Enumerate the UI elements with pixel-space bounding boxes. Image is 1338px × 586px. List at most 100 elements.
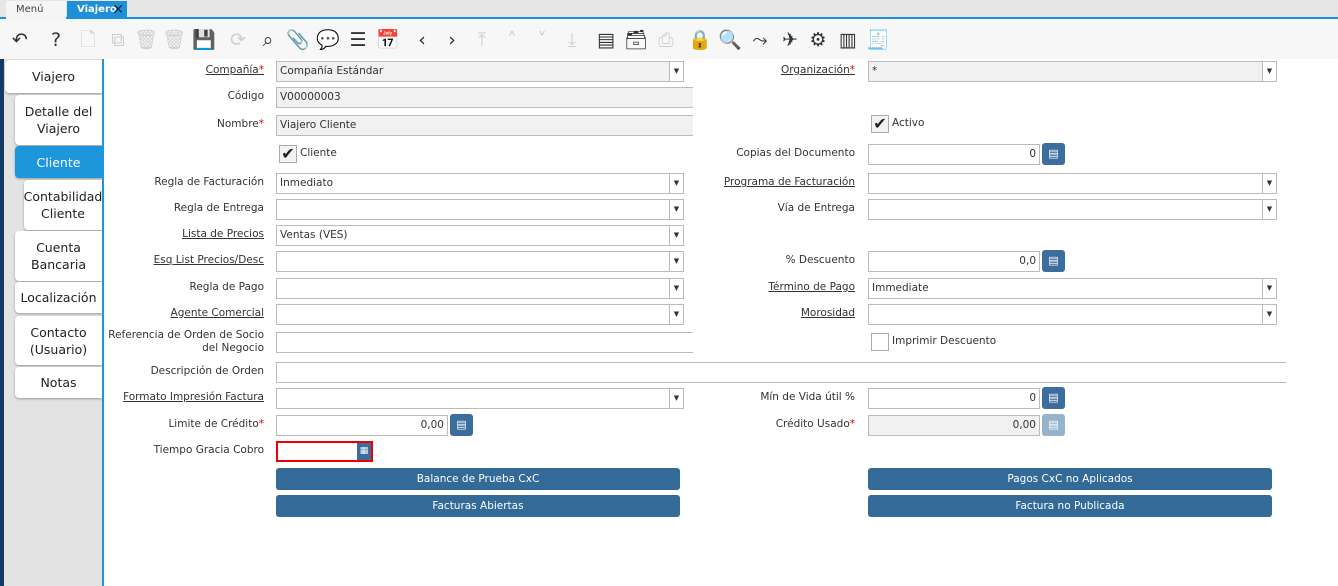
field-min-de-vida-util[interactable]: 0 [868, 388, 1040, 409]
field-programa-de-facturacion[interactable]: ▼ [868, 173, 1277, 194]
button-facturas-abiertas[interactable]: Facturas Abiertas [276, 495, 680, 517]
field-regla-de-pago[interactable]: ▼ [276, 278, 684, 299]
checkbox-imprimir-descuento[interactable] [871, 333, 889, 351]
close-icon[interactable]: ✕ [112, 1, 124, 19]
print-icon[interactable]: ⎙ [654, 28, 678, 52]
undo-icon[interactable]: ↶ [8, 28, 32, 52]
field-via-de-entrega[interactable]: ▼ [868, 199, 1277, 220]
previous-icon[interactable]: ‹ [410, 28, 434, 52]
chevron-down-icon[interactable]: ▼ [669, 62, 683, 81]
tab-menu[interactable]: Menú (0) [6, 1, 66, 33]
calendar-icon[interactable]: 📅 [376, 28, 400, 52]
label-termino-de-pago[interactable]: Término de Pago [685, 281, 855, 294]
chevron-down-icon[interactable]: ▼ [669, 252, 683, 271]
field-agente-comercial[interactable]: ▼ [276, 304, 684, 325]
field-referencia-de-orden-de-socio-del-negocio[interactable] [276, 332, 693, 353]
zoom-across-icon[interactable]: 🔍 [718, 28, 742, 52]
chevron-down-icon[interactable]: ▼ [1262, 305, 1276, 324]
field-organizacion: * ▼ [868, 61, 1277, 82]
field-regla-de-facturacion[interactable]: Inmediato ▼ [276, 173, 684, 194]
field-esq-list-precios-desc[interactable]: ▼ [276, 251, 684, 272]
refresh-icon[interactable]: ⟳ [226, 28, 250, 52]
chevron-down-icon[interactable]: ▼ [669, 305, 683, 324]
field-formato-impresion-factura[interactable]: ▼ [276, 388, 684, 409]
chevron-down-icon[interactable]: ▼ [669, 174, 683, 193]
new-record-icon[interactable]: 🗋 [76, 28, 100, 52]
label-text: Morosidad [800, 307, 855, 319]
calculator-icon[interactable]: ▤ [1042, 250, 1065, 272]
field-descuento[interactable]: 0,0 [868, 251, 1040, 272]
attachment-icon[interactable]: 📎 [286, 28, 310, 52]
checkbox-activo[interactable]: ✔ [871, 115, 889, 133]
delete-selection-icon[interactable]: 🗑 [162, 28, 186, 52]
field-termino-de-pago[interactable]: Immediate ▼ [868, 278, 1277, 299]
field-tiempo-gracia-cobro[interactable]: ▦ [276, 441, 373, 462]
chat-icon[interactable]: 💬 [316, 28, 340, 52]
field-copias-del-documento[interactable]: 0 [868, 144, 1040, 165]
side-tab-contabilidad-cliente[interactable]: Contabilidad Cliente [24, 180, 102, 230]
field-value: Compañía Estándar [280, 65, 384, 77]
field-morosidad[interactable]: ▼ [868, 304, 1277, 325]
chevron-down-icon[interactable]: ▼ [1262, 200, 1276, 219]
calendar-icon[interactable]: ▦ [357, 443, 371, 460]
side-tab-notas[interactable]: Notas [15, 367, 102, 398]
settings-icon[interactable]: ⚙ [806, 28, 830, 52]
search-icon[interactable]: ⌕ [256, 28, 280, 52]
calculator-icon[interactable]: ▤ [450, 414, 473, 436]
chevron-down-icon[interactable]: ▼ [669, 200, 683, 219]
field-limite-de-credito[interactable]: 0,00 [276, 415, 448, 436]
label-text: Regla de Pago [189, 281, 264, 293]
workflow-icon[interactable]: ⤳ [748, 28, 772, 52]
chevron-down-icon[interactable]: ▼ [1262, 279, 1276, 298]
button-factura-no-publicada[interactable]: Factura no Publicada [868, 495, 1272, 517]
tab-viajero[interactable]: Viajero ✕ [67, 1, 127, 19]
receipt-icon[interactable]: 🧾 [866, 28, 890, 52]
label-esq-list-precios-desc[interactable]: Esq List Precios/Desc [94, 254, 264, 267]
next-icon[interactable]: › [440, 28, 464, 52]
button-balance-de-prueba-cxc[interactable]: Balance de Prueba CxC [276, 468, 680, 490]
report-icon[interactable]: ▤ [594, 28, 618, 52]
side-tab-cliente[interactable]: Cliente [15, 146, 102, 178]
label-agente-comercial[interactable]: Agente Comercial [94, 307, 264, 320]
chevron-down-icon[interactable]: ▼ [1262, 174, 1276, 193]
window-tab-bar: Menú (0) Viajero✕ [0, 0, 1338, 33]
side-tab-detalle-del-viajero[interactable]: Detalle del Viajero [15, 95, 102, 145]
button-pagos-cxc-no-aplicados[interactable]: Pagos CxC no Aplicados [868, 468, 1272, 490]
save-icon[interactable]: 💾 [192, 28, 216, 52]
label-formato-impresion-factura[interactable]: Formato Impresión Factura [94, 391, 264, 404]
lock-icon[interactable]: 🔒 [688, 28, 712, 52]
label-lista-de-precios[interactable]: Lista de Precios [94, 228, 264, 241]
next-record-icon[interactable]: ˅ [530, 28, 554, 52]
label-text: Programa de Facturación [723, 176, 855, 188]
side-tab-viajero[interactable]: Viajero [5, 60, 102, 93]
checkbox-cliente[interactable]: ✔ [279, 145, 297, 163]
barcode-search-icon[interactable]: ▥ [836, 28, 860, 52]
delete-icon[interactable]: 🗑 [134, 28, 158, 52]
calculator-icon[interactable]: ▤ [1042, 387, 1065, 409]
side-tab-contacto-usuario[interactable]: Contacto (Usuario) [15, 316, 102, 365]
label-organizacion[interactable]: Organización* [685, 64, 855, 77]
label-programa-de-facturacion[interactable]: Programa de Facturación [685, 176, 855, 189]
form-panel: Compañía* Compañía Estándar ▼ Código V000000… [102, 59, 1338, 586]
help-icon[interactable]: ? [44, 28, 68, 52]
previous-record-icon[interactable]: ˄ [500, 28, 524, 52]
field-descripcion-de-orden[interactable] [276, 362, 1286, 383]
label-via-de-entrega: Vía de Entrega [685, 202, 855, 215]
chevron-down-icon[interactable]: ▼ [669, 279, 683, 298]
archive-icon[interactable]: 🗃 [624, 28, 648, 52]
chevron-down-icon[interactable]: ▼ [669, 226, 683, 245]
chevron-down-icon[interactable]: ▼ [1262, 62, 1276, 81]
side-tab-cuenta-bancaria[interactable]: Cuenta Bancaria [15, 231, 102, 281]
field-lista-de-precios[interactable]: Ventas (VES) ▼ [276, 225, 684, 246]
label-morosidad[interactable]: Morosidad [685, 307, 855, 320]
last-record-icon[interactable]: ⤓ [560, 28, 584, 52]
field-regla-de-entrega[interactable]: ▼ [276, 199, 684, 220]
grid-toggle-icon[interactable]: ☰ [346, 28, 370, 52]
first-record-icon[interactable]: ⤒ [470, 28, 494, 52]
copy-record-icon[interactable]: ⧉ [106, 28, 130, 52]
calculator-icon[interactable]: ▤ [1042, 143, 1065, 165]
chevron-down-icon[interactable]: ▼ [669, 389, 683, 408]
side-tab-localizacion[interactable]: Localización [15, 282, 102, 313]
label-compania[interactable]: Compañía* [94, 64, 264, 77]
send-icon[interactable]: ✈ [778, 28, 802, 52]
